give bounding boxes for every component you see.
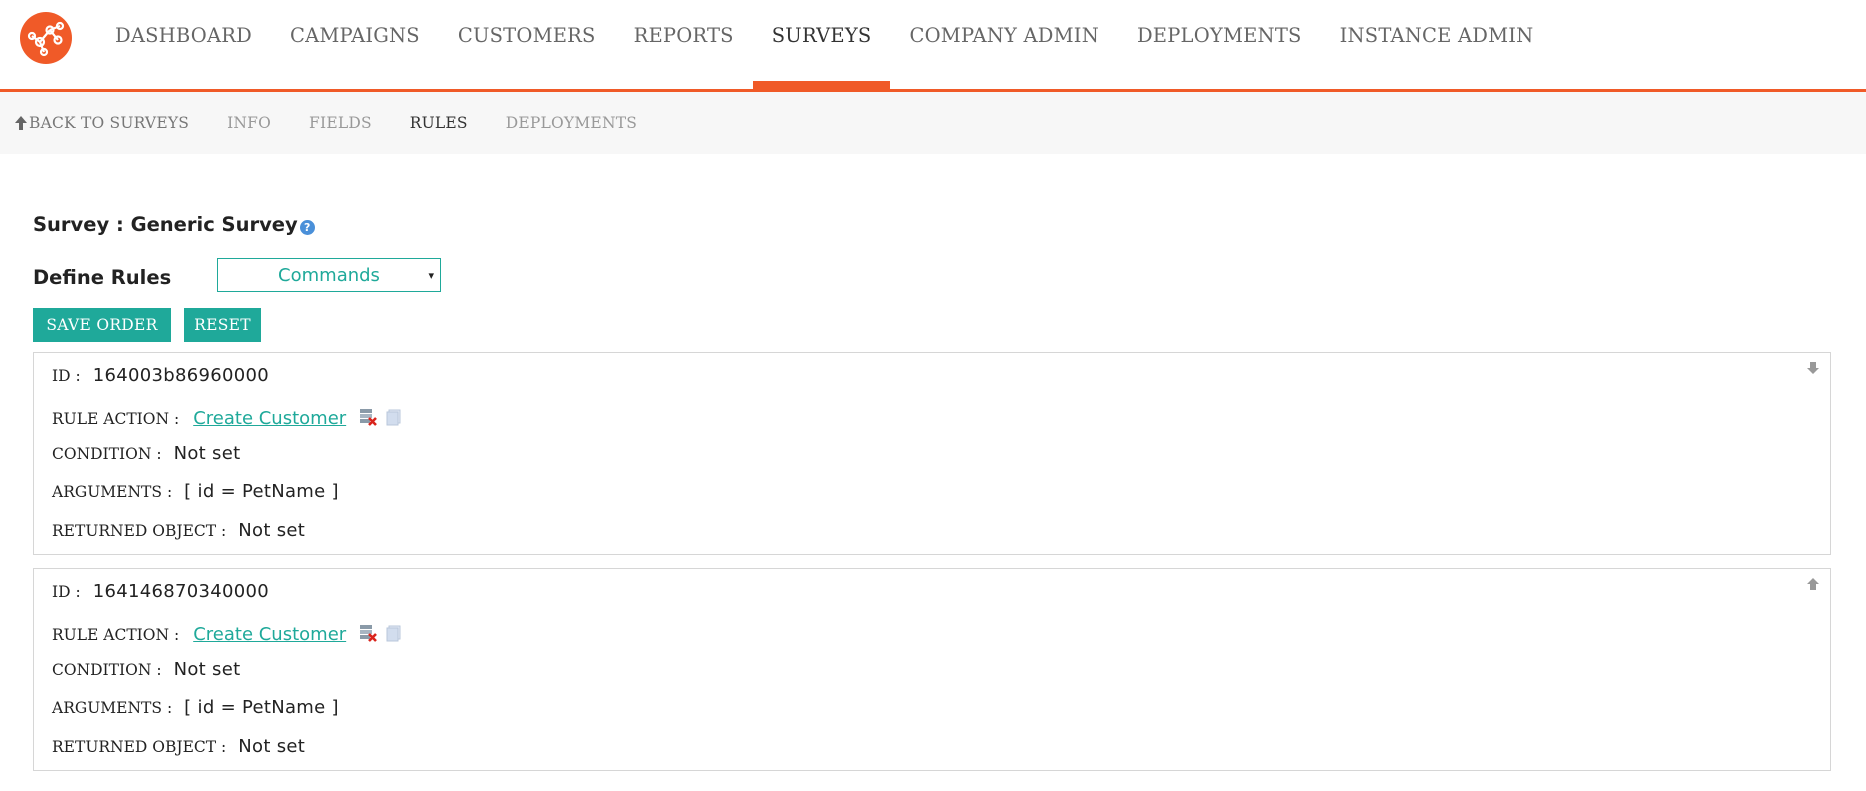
rule-action-link[interactable]: Create Customer [193, 408, 346, 429]
move-up-icon[interactable] [1806, 577, 1820, 591]
rule-action-link[interactable]: Create Customer [193, 624, 346, 645]
up-arrow-icon [15, 116, 27, 130]
rule-card: ID : 164146870340000 RULE ACTION : Creat… [33, 568, 1831, 771]
rule-id-value: 164003b86960000 [92, 365, 269, 386]
rule-card: ID : 164003b86960000 RULE ACTION : Creat… [33, 352, 1831, 555]
copy-rule-icon[interactable] [384, 623, 404, 643]
nav-item-surveys[interactable]: SURVEYS [752, 0, 891, 89]
nav-item-deployments[interactable]: DEPLOYMENTS [1118, 0, 1321, 89]
nav-item-dashboard[interactable]: DASHBOARD [96, 0, 271, 89]
rule-id-value: 164146870340000 [92, 581, 269, 602]
rule-arguments-row: ARGUMENTS : [ id = PetName ] [52, 697, 339, 718]
tab-rules[interactable]: RULES [410, 114, 468, 132]
reset-button[interactable]: RESET [184, 308, 261, 342]
rule-condition-row: CONDITION : Not set [52, 659, 241, 680]
app-logo-icon[interactable] [20, 12, 72, 64]
nav-item-reports[interactable]: REPORTS [615, 0, 753, 89]
survey-subnav: BACK TO SURVEYS INFO FIELDS RULES DEPLOY… [14, 92, 675, 154]
tab-info[interactable]: INFO [227, 114, 271, 132]
delete-rule-icon[interactable] [358, 623, 378, 643]
back-to-surveys-link[interactable]: BACK TO SURVEYS [14, 114, 189, 132]
tab-deployments[interactable]: DEPLOYMENTS [506, 114, 637, 132]
tab-fields[interactable]: FIELDS [309, 114, 372, 132]
define-rules-label: Define Rules [33, 266, 172, 289]
nav-item-company-admin[interactable]: COMPANY ADMIN [890, 0, 1117, 89]
rule-type-select[interactable]: Commands ▾ [217, 258, 441, 292]
sub-navigation-bar: BACK TO SURVEYS INFO FIELDS RULES DEPLOY… [0, 92, 1866, 154]
rule-action-row: RULE ACTION : Create Customer [52, 620, 404, 645]
nav-item-instance-admin[interactable]: INSTANCE ADMIN [1321, 0, 1553, 89]
rule-returned-object-row: RETURNED OBJECT : Not set [52, 520, 306, 541]
rule-condition-row: CONDITION : Not set [52, 443, 241, 464]
move-down-icon[interactable] [1806, 361, 1820, 375]
rule-id-row: ID : 164003b86960000 [52, 365, 269, 386]
help-icon[interactable]: ? [299, 220, 315, 235]
save-order-button[interactable]: SAVE ORDER [33, 308, 171, 342]
rule-returned-object-row: RETURNED OBJECT : Not set [52, 736, 306, 757]
rule-action-row: RULE ACTION : Create Customer [52, 404, 404, 429]
caret-down-icon: ▾ [428, 269, 434, 282]
nav-item-customers[interactable]: CUSTOMERS [439, 0, 615, 89]
nav-item-campaigns[interactable]: CAMPAIGNS [271, 0, 439, 89]
delete-rule-icon[interactable] [358, 407, 378, 427]
main-nav: DASHBOARD CAMPAIGNS CUSTOMERS REPORTS SU… [96, 0, 1552, 89]
top-navigation-bar: DASHBOARD CAMPAIGNS CUSTOMERS REPORTS SU… [0, 0, 1866, 92]
copy-rule-icon[interactable] [384, 407, 404, 427]
rule-id-row: ID : 164146870340000 [52, 581, 269, 602]
survey-title: Survey : Generic Survey ? [33, 213, 315, 236]
rule-arguments-row: ARGUMENTS : [ id = PetName ] [52, 481, 339, 502]
